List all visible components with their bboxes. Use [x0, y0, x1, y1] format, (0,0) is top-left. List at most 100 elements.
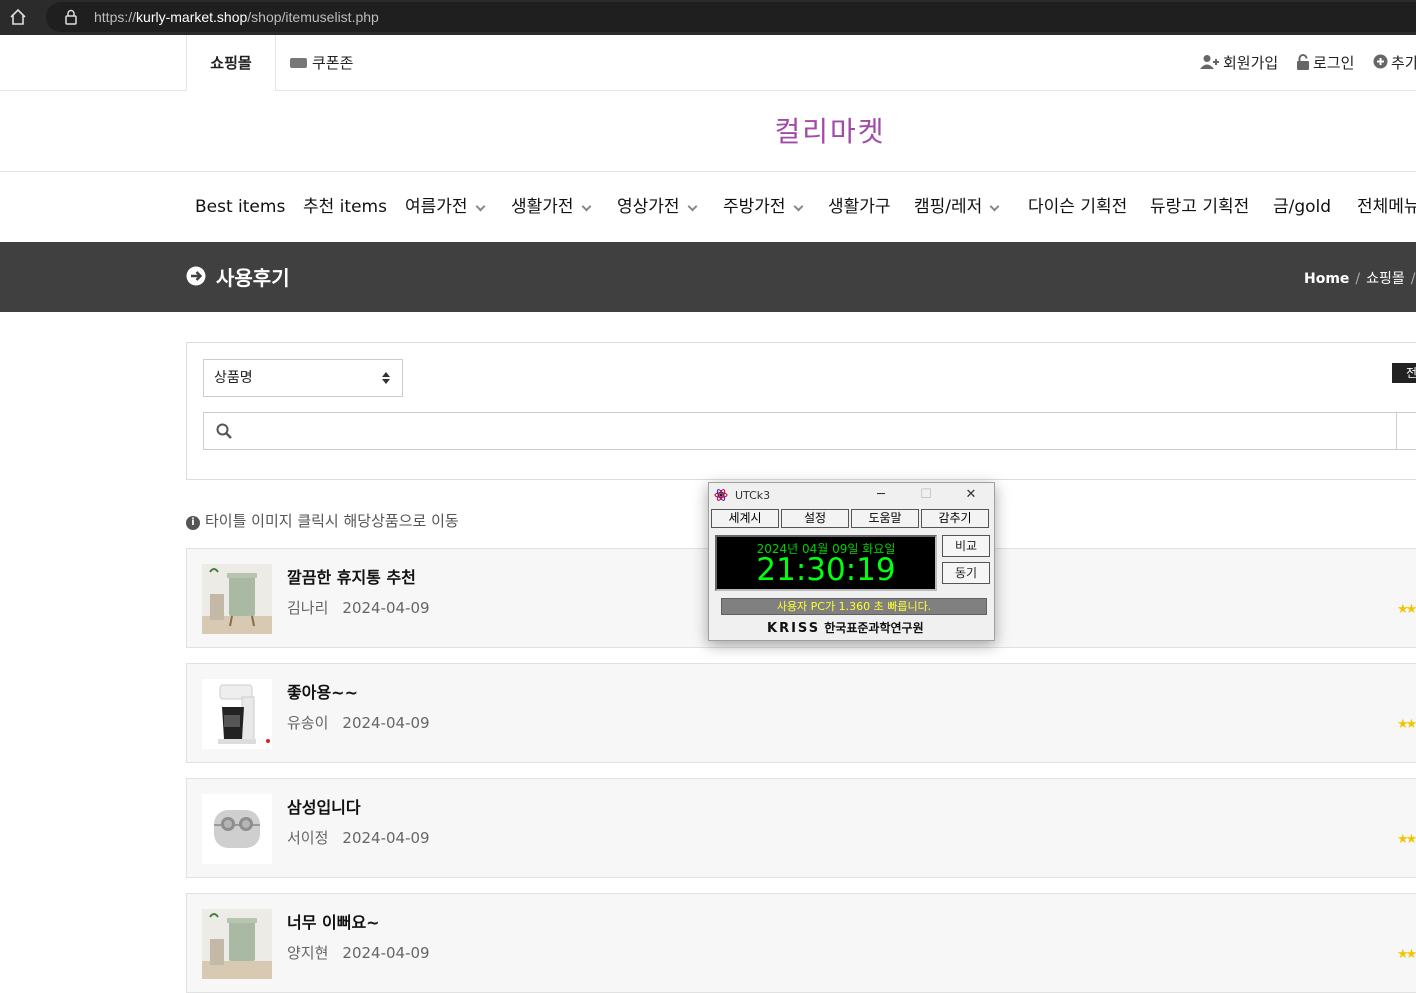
- star-rating-icon: ★★: [1397, 832, 1416, 847]
- window-title: UTCk3: [735, 489, 771, 502]
- sync-button[interactable]: 동기: [942, 562, 990, 584]
- nav-kitchen-appliances[interactable]: 주방가전: [723, 172, 804, 242]
- review-title[interactable]: 좋아용~~: [287, 679, 358, 703]
- trash-bin-image: [202, 564, 272, 634]
- review-title[interactable]: 깔끔한 휴지통 추천: [287, 564, 416, 588]
- nav-camping[interactable]: 캠핑/레저: [914, 172, 1000, 242]
- star-rating-icon: ★★: [1397, 602, 1416, 617]
- settings-button[interactable]: 설정: [781, 509, 849, 528]
- world-clock-button[interactable]: 세계시: [711, 509, 779, 528]
- tab-coupon[interactable]: 쿠폰존: [290, 35, 353, 91]
- sort-updown-icon: [382, 372, 390, 384]
- help-button[interactable]: 도움말: [851, 509, 919, 528]
- nav-video-appliances[interactable]: 영상가전: [617, 172, 698, 242]
- search-icon: [216, 423, 232, 439]
- nav-label: 영상가전: [617, 197, 680, 217]
- nav-dyson[interactable]: 다이슨 기획전: [1028, 172, 1127, 242]
- kriss-logo: KRISS 한국표준과학연구원: [767, 619, 924, 636]
- arrow-right-circle-icon: [186, 266, 206, 286]
- product-thumbnail[interactable]: [202, 679, 272, 749]
- signup-link[interactable]: 회원가입: [1200, 35, 1278, 91]
- search-panel: 상품명 전: [186, 342, 1416, 480]
- review-title[interactable]: 삼성입니다: [287, 794, 361, 818]
- hide-button[interactable]: 감추기: [921, 509, 989, 528]
- sync-status: 사용자 PC가 1.360 초 빠릅니다.: [721, 598, 987, 615]
- review-author: 서이정: [287, 829, 329, 847]
- tab-coupon-label: 쿠폰존: [312, 54, 354, 72]
- page-title: 사용후기: [216, 266, 290, 290]
- select-value: 상품명: [214, 370, 253, 386]
- maximize-icon[interactable]: ☐: [912, 485, 940, 505]
- nav-furniture[interactable]: 생활가구: [828, 172, 891, 242]
- tab-shop[interactable]: 쇼핑몰: [186, 35, 276, 91]
- chevron-down-icon: [793, 201, 804, 212]
- search-divider: [1396, 413, 1397, 449]
- top-tab-bar: 쇼핑몰 쿠폰존 회원가입 로그인 추가: [0, 35, 1416, 91]
- product-thumbnail[interactable]: [202, 564, 272, 634]
- breadcrumb: Home / 쇼핑몰 /: [1304, 268, 1416, 288]
- nav-label: Best items: [195, 197, 286, 217]
- home-icon[interactable]: [9, 8, 27, 26]
- browser-address-bar: https://kurly-market.shop/shop/itemuseli…: [0, 0, 1416, 35]
- chevron-down-icon: [989, 201, 1000, 212]
- nav-label: 생활가구: [828, 197, 891, 217]
- utck-window: UTCk3 ─ ☐ ✕ 세계시 설정 도움말 감추기 2024년 04월 09일…: [708, 482, 995, 641]
- nav-best-items[interactable]: Best items: [195, 172, 285, 242]
- breadcrumb-separator: /: [1410, 271, 1416, 287]
- nav-home-appliances[interactable]: 생활가전: [511, 172, 592, 242]
- site-logo[interactable]: 컬리마켓: [700, 110, 960, 150]
- review-date: 2024-04-09: [342, 714, 430, 732]
- review-item[interactable]: 삼성입니다 서이정 2024-04-09 ★★: [186, 778, 1416, 878]
- nav-summer-appliances[interactable]: 여름가전: [405, 172, 486, 242]
- review-item[interactable]: 좋아용~~ 유송이 2024-04-09 ★★: [186, 663, 1416, 763]
- main-navigation: Best items 추천 items 여름가전 생활가전 영상가전 주방가전 …: [0, 171, 1416, 242]
- clock-time: 21:30:19: [756, 552, 896, 588]
- signup-label: 회원가입: [1223, 54, 1279, 72]
- nav-recommend-items[interactable]: 추천 items: [303, 172, 387, 242]
- review-item[interactable]: 너무 이뻐요~ 양지현 2024-04-09 ★★: [186, 893, 1416, 993]
- notice-text: i 타이틀 이미지 클릭시 해당상품으로 이동: [186, 510, 459, 531]
- product-thumbnail[interactable]: [202, 794, 272, 864]
- star-rating-icon: ★★: [1397, 947, 1416, 962]
- ticket-icon: [290, 57, 307, 68]
- nav-label: 주방가전: [723, 197, 786, 217]
- review-title[interactable]: 너무 이뻐요~: [287, 909, 380, 933]
- breadcrumb-shop[interactable]: 쇼핑몰: [1366, 271, 1405, 287]
- url-text: https://kurly-market.shop/shop/itemuseli…: [94, 9, 379, 25]
- star-rating-icon: ★★: [1397, 717, 1416, 732]
- compare-button[interactable]: 비교: [942, 535, 990, 557]
- user-plus-icon: [1200, 54, 1219, 69]
- review-date: 2024-04-09: [342, 829, 430, 847]
- nav-gold[interactable]: 금/gold: [1273, 172, 1331, 242]
- product-thumbnail[interactable]: [202, 909, 272, 979]
- close-icon[interactable]: ✕: [957, 485, 985, 505]
- review-meta: 유송이 2024-04-09: [287, 712, 430, 733]
- notice-label: 타이틀 이미지 클릭시 해당상품으로 이동: [205, 512, 459, 530]
- search-input[interactable]: [203, 412, 1416, 450]
- sort-button[interactable]: 전: [1392, 363, 1416, 383]
- nav-label: 추천 items: [303, 197, 387, 217]
- lock-open-icon: [1297, 53, 1309, 70]
- login-label: 로그인: [1313, 54, 1355, 72]
- url-field[interactable]: https://kurly-market.shop/shop/itemuseli…: [46, 2, 1416, 32]
- nav-label: 전체메뉴: [1357, 197, 1416, 217]
- url-domain: kurly-market.shop: [136, 9, 248, 25]
- login-link[interactable]: 로그인: [1296, 35, 1354, 91]
- nav-durango[interactable]: 듀랑고 기획전: [1150, 172, 1249, 242]
- review-meta: 양지현 2024-04-09: [287, 942, 430, 963]
- nav-label: 생활가전: [511, 197, 574, 217]
- url-prefix: https://: [94, 9, 137, 25]
- chevron-down-icon: [475, 201, 486, 212]
- nav-label: 다이슨 기획전: [1028, 197, 1128, 217]
- more-link[interactable]: 추가: [1373, 35, 1416, 91]
- kriss-name: 한국표준과학연구원: [824, 621, 924, 635]
- nav-all-menu[interactable]: 전체메뉴: [1357, 172, 1416, 242]
- clock-display: 2024년 04월 09일 화요일 21:30:19: [715, 535, 937, 591]
- earbuds-image: [202, 794, 272, 864]
- search-field-select[interactable]: 상품명: [203, 359, 403, 397]
- lock-icon: [65, 9, 77, 25]
- nav-label: 듀랑고 기획전: [1150, 197, 1250, 217]
- minimize-icon[interactable]: ─: [867, 485, 895, 505]
- breadcrumb-home[interactable]: Home: [1304, 271, 1349, 287]
- review-date: 2024-04-09: [342, 944, 430, 962]
